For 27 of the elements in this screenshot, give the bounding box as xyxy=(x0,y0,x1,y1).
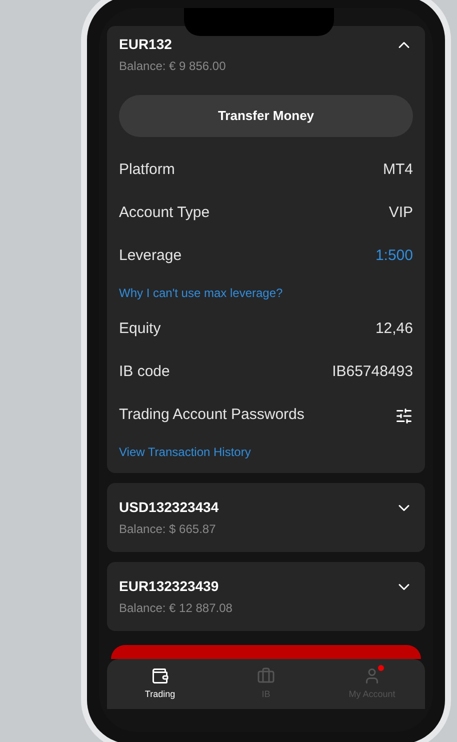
account-balance: Balance: € 9 856.00 xyxy=(119,58,227,75)
text-link[interactable]: Why I can't use max leverage? xyxy=(119,284,283,302)
account-balance: Balance: $ 665.87 xyxy=(119,521,217,538)
field-label: IB code xyxy=(119,362,170,382)
field-value: IB65748493 xyxy=(332,362,413,382)
account-number: EUR132323439 xyxy=(119,577,219,596)
account-number: EUR132 xyxy=(119,35,172,54)
text-link[interactable]: View Transaction History xyxy=(119,443,251,461)
field-value: 1:500 xyxy=(375,246,413,266)
field-label: Leverage xyxy=(119,246,182,266)
field-label: Platform xyxy=(119,160,175,180)
wallet-icon xyxy=(151,666,169,685)
field-label: Account Type xyxy=(119,203,210,224)
field-value: 12,46 xyxy=(375,319,413,340)
transfer-money-button[interactable]: Transfer Money xyxy=(119,95,413,137)
account-card[interactable]: USD132323434 Balance: $ 665.87 xyxy=(107,483,425,552)
field-value: VIP xyxy=(388,203,413,224)
settings-sliders-icon[interactable] xyxy=(395,406,413,424)
briefcase-icon xyxy=(257,666,275,685)
field-label: Trading Account Passwords xyxy=(119,405,304,426)
field-value: MT4 xyxy=(383,160,413,180)
person-icon xyxy=(363,666,381,685)
account-card[interactable]: EUR132323439 Balance: € 12 887.08 xyxy=(107,562,425,631)
account-number: USD132323434 xyxy=(119,498,219,517)
account-balance: Balance: € 12 887.08 xyxy=(119,600,234,617)
tab[interactable]: Trading xyxy=(115,666,205,702)
field-label: Equity xyxy=(119,319,161,340)
